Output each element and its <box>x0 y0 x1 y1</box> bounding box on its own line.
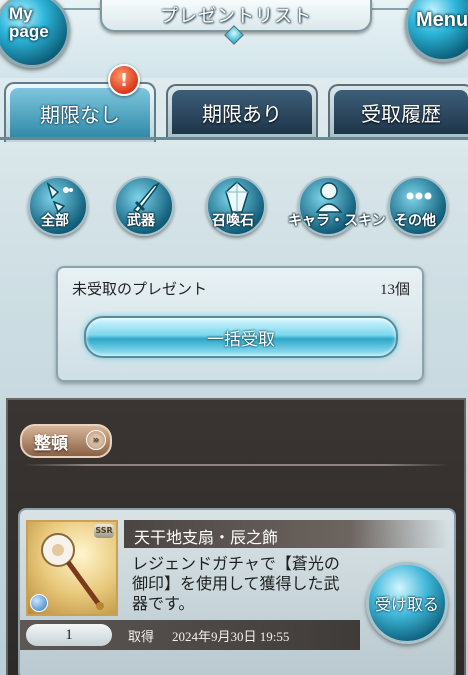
filter-other[interactable]: その他 <box>378 172 452 236</box>
filter-summon[interactable]: 召喚石 <box>196 172 270 236</box>
filter-all[interactable]: 全部 <box>18 172 92 236</box>
present-list-screen: プレゼントリスト My page Menu 期限なし ! 期限あり 受取履歴 全… <box>0 0 468 675</box>
menu-label: Menu <box>416 9 468 31</box>
sort-button[interactable]: 整頓 » <box>20 424 112 458</box>
item-quantity: 1 <box>26 624 112 646</box>
tab-label: 期限なし <box>10 88 150 138</box>
tab-divider <box>0 137 468 140</box>
sword-icon <box>132 182 160 213</box>
filter-character-skin[interactable]: キャラ・スキン <box>288 172 386 236</box>
menu-button[interactable]: Menu <box>405 0 468 62</box>
item-description: レジェンドガチャで【蒼光の御印】を使用して獲得した武器です。 <box>132 554 340 613</box>
mypage-label-line2: page <box>9 22 49 41</box>
acquired-label: 取得 <box>128 630 155 645</box>
divider <box>24 464 448 466</box>
notice-badge-icon: ! <box>108 64 140 96</box>
filter-label: 全部 <box>41 213 69 229</box>
water-element-icon <box>30 594 48 612</box>
tab-history[interactable]: 受取履歴 <box>328 84 468 138</box>
filter-label: 召喚石 <box>212 213 254 229</box>
unreceived-panel: 未受取のプレゼント 13個 一括受取 <box>56 266 424 382</box>
mypage-label: My page <box>9 5 49 41</box>
more-icon <box>406 192 432 200</box>
filter-weapon[interactable]: 武器 <box>104 172 178 236</box>
tab-label: 期限あり <box>172 90 312 134</box>
character-icon <box>315 182 343 213</box>
item-name: 天干地支扇・辰之飾 <box>134 528 279 547</box>
page-title: プレゼントリスト <box>160 6 312 27</box>
filter-label: その他 <box>394 213 436 229</box>
tab-label: 受取履歴 <box>334 90 468 134</box>
item-name-bar: 天干地支扇・辰之飾 <box>124 520 448 548</box>
all-icon <box>46 181 73 214</box>
filter-label: キャラ・スキン <box>288 213 386 229</box>
present-list: 整頓 » SSR 天干地支扇・辰之飾 レジェンドガチャで【蒼光の御印】を使用して… <box>6 398 466 675</box>
present-item: SSR 天干地支扇・辰之飾 レジェンドガチャで【蒼光の御印】を使用して獲得した武… <box>18 508 456 675</box>
unreceived-count: 13個 <box>379 282 410 298</box>
tab-with-deadline[interactable]: 期限あり <box>166 84 318 138</box>
filter-label: 武器 <box>127 213 155 229</box>
crystal-icon <box>225 180 249 213</box>
mypage-button[interactable]: My page <box>0 0 70 68</box>
mypage-label-line1: My <box>9 4 33 23</box>
rarity-badge: SSR <box>94 524 114 538</box>
header: プレゼントリスト My page Menu <box>0 0 468 78</box>
acquired-date: 2024年9月30日 19:55 <box>172 629 290 644</box>
receive-button[interactable]: 受け取る <box>366 562 448 644</box>
sort-label: 整頓 <box>34 434 68 454</box>
unreceived-label: 未受取のプレゼント <box>72 280 208 298</box>
chevron-down-icon: » <box>86 430 106 450</box>
receive-all-button[interactable]: 一括受取 <box>84 316 398 358</box>
item-footer: 1 取得 2024年9月30日 19:55 <box>20 620 360 650</box>
item-thumbnail: SSR <box>26 520 118 616</box>
